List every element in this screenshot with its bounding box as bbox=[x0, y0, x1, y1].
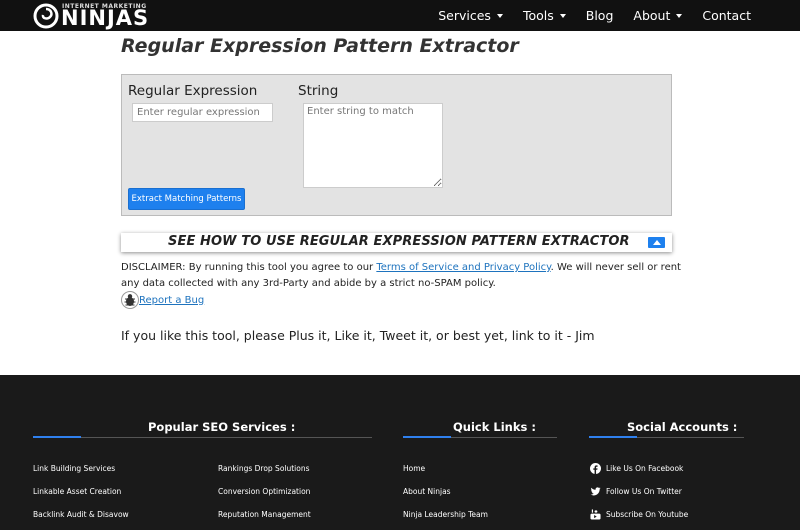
nav-blog-label: Blog bbox=[585, 8, 614, 23]
nav-tools-label: Tools bbox=[522, 8, 554, 23]
footer-link-link-building[interactable]: Link Building Services bbox=[33, 464, 115, 473]
footer-link-conversion[interactable]: Conversion Optimization bbox=[218, 487, 310, 496]
regex-label: Regular Expression bbox=[128, 83, 258, 99]
social-facebook-label: Like Us On Facebook bbox=[606, 464, 684, 473]
logo-wordmark: NINJAS bbox=[61, 6, 150, 30]
social-twitter-link[interactable]: Follow Us On Twitter bbox=[590, 486, 682, 497]
howto-title: SEE HOW TO USE REGULAR EXPRESSION PATTER… bbox=[168, 234, 630, 249]
regex-input[interactable] bbox=[132, 103, 273, 122]
chevron-up-icon bbox=[652, 240, 661, 245]
footer-link-linkable-asset[interactable]: Linkable Asset Creation bbox=[33, 487, 121, 496]
main-nav: Services Tools Blog About Contact bbox=[438, 0, 751, 31]
footer-link-backlink-audit[interactable]: Backlink Audit & Disavow bbox=[33, 510, 129, 519]
chevron-down-icon bbox=[676, 13, 683, 18]
collapse-toggle-button[interactable] bbox=[648, 237, 665, 248]
quick-links-divider bbox=[403, 436, 557, 438]
social-youtube-label: Subscribe On Youtube bbox=[606, 510, 689, 519]
share-request-text: If you like this tool, please Plus it, L… bbox=[121, 328, 595, 343]
social-accounts-heading: Social Accounts : bbox=[627, 420, 738, 434]
popular-seo-heading: Popular SEO Services : bbox=[148, 420, 296, 434]
bug-icon bbox=[121, 291, 139, 309]
chevron-down-icon bbox=[496, 13, 503, 18]
social-facebook-link[interactable]: Like Us On Facebook bbox=[590, 463, 683, 474]
howto-accordion[interactable]: SEE HOW TO USE REGULAR EXPRESSION PATTER… bbox=[121, 233, 672, 252]
nav-services[interactable]: Services bbox=[438, 8, 503, 23]
social-accounts-divider bbox=[589, 436, 744, 438]
footer-link-rankings-drop[interactable]: Rankings Drop Solutions bbox=[218, 464, 310, 473]
top-navbar: INTERNET MARKETING NINJAS Services Tools… bbox=[0, 0, 800, 31]
logo-text: INTERNET MARKETING NINJAS bbox=[61, 2, 149, 29]
string-label: String bbox=[298, 83, 339, 99]
disclaimer: DISCLAIMER: By running this tool you agr… bbox=[121, 260, 681, 292]
nav-tools[interactable]: Tools bbox=[523, 8, 566, 23]
popular-seo-divider bbox=[33, 436, 372, 438]
footer-link-leadership[interactable]: Ninja Leadership Team bbox=[403, 510, 488, 519]
divider-accent bbox=[403, 436, 451, 438]
disclaimer-text-start: DISCLAIMER: By running this tool you agr… bbox=[121, 262, 377, 273]
nav-about-label: About bbox=[633, 8, 671, 23]
facebook-icon bbox=[590, 463, 601, 474]
logo-tagline: INTERNET MARKETING bbox=[62, 3, 147, 10]
nav-about[interactable]: About bbox=[633, 8, 683, 23]
chevron-down-icon bbox=[559, 13, 566, 18]
tool-form: Regular Expression String Extract Matchi… bbox=[121, 74, 672, 216]
site-logo[interactable]: INTERNET MARKETING NINJAS bbox=[33, 0, 149, 31]
terms-privacy-link[interactable]: Terms of Service and Privacy Policy bbox=[376, 262, 550, 273]
youtube-icon bbox=[590, 509, 601, 520]
footer-link-reputation[interactable]: Reputation Management bbox=[218, 510, 311, 519]
footer-link-home[interactable]: Home bbox=[403, 464, 425, 473]
divider-accent bbox=[589, 436, 637, 438]
nav-blog[interactable]: Blog bbox=[586, 8, 614, 23]
nav-contact-label: Contact bbox=[702, 8, 751, 23]
report-bug[interactable]: Report a Bug bbox=[121, 291, 204, 309]
string-textarea[interactable] bbox=[303, 103, 443, 188]
nav-contact[interactable]: Contact bbox=[702, 8, 751, 23]
report-bug-link[interactable]: Report a Bug bbox=[139, 295, 204, 306]
extract-button[interactable]: Extract Matching Patterns bbox=[128, 188, 245, 210]
nav-services-label: Services bbox=[438, 8, 491, 23]
site-footer: Popular SEO Services : Quick Links : Soc… bbox=[0, 375, 800, 530]
social-youtube-link[interactable]: Subscribe On Youtube bbox=[590, 509, 688, 520]
divider-accent bbox=[33, 436, 81, 438]
quick-links-heading: Quick Links : bbox=[453, 420, 536, 434]
twitter-icon bbox=[590, 487, 601, 496]
footer-link-about-ninjas[interactable]: About Ninjas bbox=[403, 487, 451, 496]
page-title: Regular Expression Pattern Extractor bbox=[121, 35, 519, 57]
social-twitter-label: Follow Us On Twitter bbox=[606, 487, 682, 496]
ninja-swirl-icon bbox=[33, 3, 59, 28]
